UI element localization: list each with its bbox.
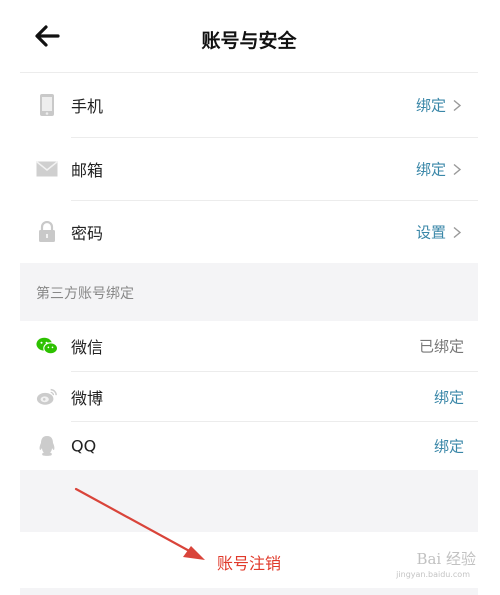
mail-icon <box>36 158 58 180</box>
chevron-right-icon <box>453 163 462 175</box>
row-phone[interactable]: 手机 绑定 <box>20 73 478 137</box>
row-label: 微信 <box>71 338 104 357</box>
row-label: 手机 <box>71 97 104 116</box>
action-text: 绑定 <box>415 96 446 115</box>
cancel-account-button[interactable]: 账号注销 <box>20 532 478 588</box>
action-text: 绑定 <box>433 388 464 406</box>
action-text: 绑定 <box>433 437 464 456</box>
watermark: Bai 经验 <box>416 550 476 568</box>
row-qq[interactable]: QQ 绑定 <box>20 422 478 470</box>
row-wechat[interactable]: 微信 已绑定 <box>20 321 478 371</box>
third-party-section-header: 第三方账号绑定 <box>20 263 478 321</box>
chevron-right-icon <box>453 99 462 111</box>
bind-qq-link[interactable]: 绑定 <box>434 436 464 457</box>
set-password-link[interactable]: 设置 <box>416 222 464 243</box>
row-weibo[interactable]: 微博 绑定 <box>20 372 478 421</box>
row-password[interactable]: 密码 设置 <box>20 201 478 263</box>
page-title: 账号与安全 <box>201 30 297 52</box>
spacer <box>20 470 478 532</box>
weibo-icon <box>36 386 58 408</box>
wechat-bound-status: 已绑定 <box>419 336 464 357</box>
account-security-panel: 账号与安全 手机 绑定 邮箱 绑定 密码 设置 第三方账号绑定 微信 已绑定 微… <box>20 0 478 595</box>
bind-email-link[interactable]: 绑定 <box>416 159 464 180</box>
action-text: 已绑定 <box>418 337 464 356</box>
header-bar: 账号与安全 <box>20 0 478 73</box>
row-label: 微博 <box>71 388 104 408</box>
wechat-icon <box>36 335 58 357</box>
watermark-sub: jingyan.baidu.com <box>396 570 470 579</box>
row-label: 邮箱 <box>71 161 104 180</box>
bind-weibo-link[interactable]: 绑定 <box>434 386 464 407</box>
row-label: 密码 <box>71 224 104 243</box>
chevron-right-icon <box>453 226 462 238</box>
action-text: 设置 <box>415 223 446 242</box>
bind-phone-link[interactable]: 绑定 <box>416 95 464 116</box>
action-text: 绑定 <box>415 160 446 179</box>
section-title: 第三方账号绑定 <box>36 286 134 302</box>
row-label: QQ <box>71 436 97 456</box>
bottom-spacer <box>20 588 478 595</box>
row-email[interactable]: 邮箱 绑定 <box>20 138 478 200</box>
phone-icon <box>36 94 58 116</box>
qq-icon <box>36 435 58 457</box>
lock-icon <box>36 221 58 243</box>
